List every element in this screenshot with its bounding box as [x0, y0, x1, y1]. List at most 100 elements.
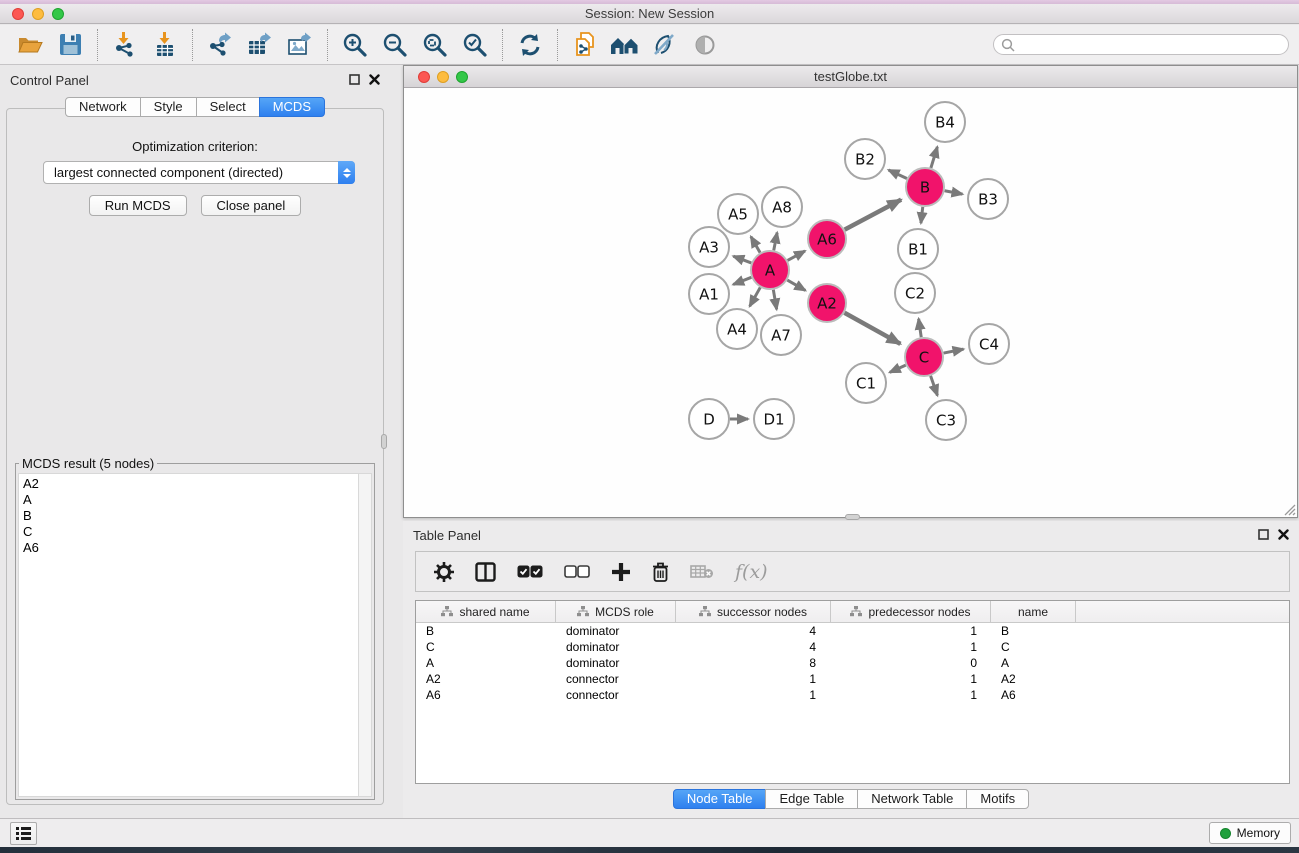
search-box[interactable] — [993, 34, 1289, 55]
checked-boxes-icon[interactable] — [517, 565, 543, 578]
network-canvas[interactable]: A A1 A2 A3 A4 A5 A6 A7 A8 B B1 B2 B3B4 C C1 C2 C3C4 D D1 — [404, 89, 1297, 517]
result-list-item[interactable]: A6 — [23, 540, 358, 556]
zoom-in-button[interactable] — [335, 28, 375, 62]
result-list-item[interactable]: C — [23, 524, 358, 540]
plus-icon[interactable] — [611, 562, 631, 582]
float-panel-icon[interactable] — [1258, 529, 1269, 540]
task-history-button[interactable] — [10, 822, 37, 845]
column-header-successor-nodes[interactable]: successor nodes — [676, 601, 831, 622]
criterion-select[interactable]: largest connected component (directed) — [43, 161, 355, 184]
graph-node-D1[interactable]: D1 — [754, 399, 794, 439]
table-row[interactable]: A6connector11A6 — [416, 687, 1289, 703]
graph-node-C4[interactable]: C4 — [969, 324, 1009, 364]
close-window-button[interactable] — [12, 8, 24, 20]
graph-node-B2[interactable]: B2 — [845, 139, 885, 179]
first-neighbors-button[interactable] — [605, 28, 645, 62]
network-minimize-button[interactable] — [437, 71, 449, 83]
table-row[interactable]: Cdominator41C — [416, 639, 1289, 655]
import-table-button[interactable] — [145, 28, 185, 62]
copy-network-button[interactable] — [565, 28, 605, 62]
result-list-item[interactable]: A2 — [23, 476, 358, 492]
graph-node-A3[interactable]: A3 — [689, 227, 729, 267]
main-area: Control Panel NetworkStyleSelectMCDS Opt… — [0, 66, 1299, 818]
minimize-window-button[interactable] — [32, 8, 44, 20]
tab-mcds[interactable]: MCDS — [259, 97, 325, 117]
trash-icon[interactable] — [652, 562, 669, 582]
graph-node-B3[interactable]: B3 — [968, 179, 1008, 219]
export-table-button[interactable] — [240, 28, 280, 62]
close-panel-icon[interactable] — [1278, 529, 1289, 540]
table-row[interactable]: A2connector11A2 — [416, 671, 1289, 687]
close-panel-icon[interactable] — [369, 74, 380, 85]
graph-node-B[interactable]: B — [906, 168, 944, 206]
import-network-button[interactable] — [105, 28, 145, 62]
tab-network[interactable]: Network — [65, 97, 141, 117]
unchecked-boxes-icon[interactable] — [564, 565, 590, 578]
column-header-MCDS-role[interactable]: MCDS role — [556, 601, 676, 622]
horizontal-splitter-handle[interactable] — [845, 514, 860, 520]
vertical-splitter-handle[interactable] — [381, 434, 387, 449]
tab-select[interactable]: Select — [196, 97, 260, 117]
window-titlebar[interactable]: Session: New Session — [0, 4, 1299, 24]
graph-node-A2[interactable]: A2 — [808, 284, 846, 322]
graph-node-A5[interactable]: A5 — [718, 194, 758, 234]
graph-node-A7[interactable]: A7 — [761, 315, 801, 355]
delete-table-icon[interactable] — [690, 564, 714, 579]
close-panel-button[interactable]: Close panel — [201, 195, 302, 216]
graph-node-D[interactable]: D — [689, 399, 729, 439]
export-network-button[interactable] — [200, 28, 240, 62]
column-header-predecessor-nodes[interactable]: predecessor nodes — [831, 601, 991, 622]
tab-network-table[interactable]: Network Table — [857, 789, 967, 809]
tab-motifs[interactable]: Motifs — [966, 789, 1029, 809]
column-header-shared-name[interactable]: shared name — [416, 601, 556, 622]
graphics-details-button[interactable] — [645, 28, 685, 62]
zoom-selected-button[interactable] — [455, 28, 495, 62]
function-builder-button[interactable]: f(x) — [735, 561, 768, 583]
result-list-item[interactable]: B — [23, 508, 358, 524]
gear-icon[interactable] — [434, 562, 454, 582]
resize-grip-icon[interactable] — [1282, 502, 1296, 516]
graph-node-A4[interactable]: A4 — [717, 309, 757, 349]
column-header-name[interactable]: name — [991, 601, 1076, 622]
network-window-titlebar[interactable]: testGlobe.txt — [404, 66, 1297, 88]
show-hide-button[interactable] — [685, 28, 725, 62]
houses-icon — [610, 34, 640, 56]
graph-node-C1[interactable]: C1 — [846, 363, 886, 403]
node-table[interactable]: shared nameMCDS rolesuccessor nodesprede… — [415, 600, 1290, 784]
graph-node-C[interactable]: C — [905, 338, 943, 376]
export-image-button[interactable] — [280, 28, 320, 62]
zoom-fit-button[interactable] — [415, 28, 455, 62]
tab-node-table[interactable]: Node Table — [673, 789, 767, 809]
tab-edge-table[interactable]: Edge Table — [765, 789, 858, 809]
graph-node-A1[interactable]: A1 — [689, 274, 729, 314]
table-cell: 0 — [831, 655, 991, 671]
graph-node-C3[interactable]: C3 — [926, 400, 966, 440]
graph-node-B4[interactable]: B4 — [925, 102, 965, 142]
float-panel-icon[interactable] — [349, 74, 360, 85]
network-graph[interactable]: A A1 A2 A3 A4 A5 A6 A7 A8 B B1 B2 B3B4 C C1 C2 C3C4 D D1 — [404, 89, 1297, 517]
network-zoom-button[interactable] — [456, 71, 468, 83]
save-session-button[interactable] — [50, 28, 90, 62]
split-columns-icon[interactable] — [475, 562, 496, 582]
result-scrollbar[interactable] — [358, 474, 371, 796]
table-row[interactable]: Bdominator41B — [416, 623, 1289, 639]
run-mcds-button[interactable]: Run MCDS — [89, 195, 187, 216]
memory-button[interactable]: Memory — [1209, 822, 1291, 844]
open-session-button[interactable] — [10, 28, 50, 62]
result-list-item[interactable]: A — [23, 492, 358, 508]
graph-node-A6[interactable]: A6 — [808, 220, 846, 258]
graph-node-C2[interactable]: C2 — [895, 273, 935, 313]
refresh-button[interactable] — [510, 28, 550, 62]
zoom-window-button[interactable] — [52, 8, 64, 20]
graph-node-A[interactable]: A — [751, 251, 789, 289]
zoom-out-button[interactable] — [375, 28, 415, 62]
graph-node-B1[interactable]: B1 — [898, 229, 938, 269]
mcds-result-list[interactable]: A2ABCA6 — [19, 474, 358, 796]
tab-style[interactable]: Style — [140, 97, 197, 117]
table-row[interactable]: Adominator80A — [416, 655, 1289, 671]
table-header-row: shared nameMCDS rolesuccessor nodesprede… — [416, 601, 1289, 623]
zoom-in-icon — [342, 32, 368, 58]
graph-node-A8[interactable]: A8 — [762, 187, 802, 227]
search-input[interactable] — [1015, 36, 1288, 53]
network-close-button[interactable] — [418, 71, 430, 83]
